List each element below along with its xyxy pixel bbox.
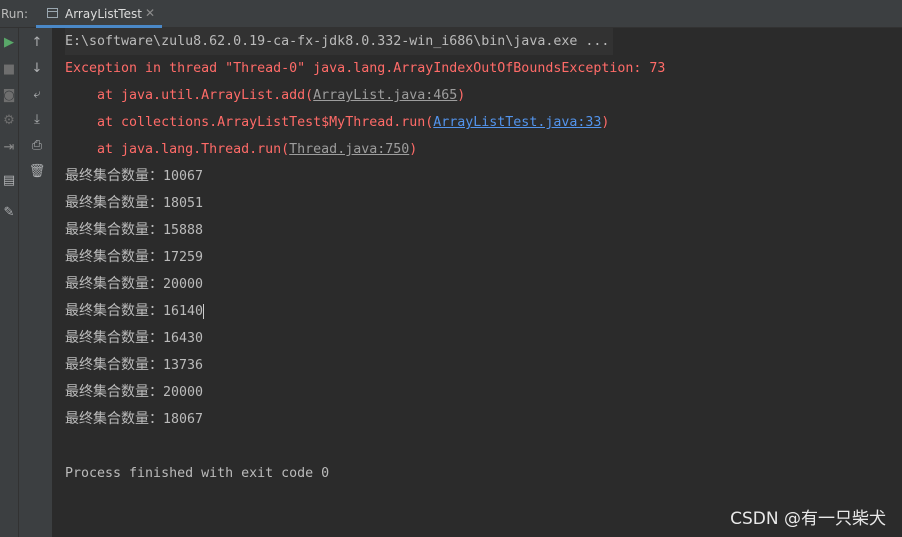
result-line: 最终集合数量：20000 [65,379,203,406]
result-label: 最终集合数量： [65,168,163,184]
stack-trace-line: at collections.ArrayListTest$MyThread.ru… [65,109,609,136]
watermark: CSDN @有一只柴犬 [730,509,886,529]
run-tool-window: Run: ArrayListTest ✕ ▶ ■ ◙ ⚙ ⇥ ▤ ✎ ↑ ↓ ⤶ ⤓ ⎙ 🗑 E:\s… [0,0,902,537]
up-arrow-icon[interactable]: ↑ [28,34,46,52]
stack-trace-suffix: ) [601,115,610,130]
down-arrow-icon[interactable]: ↓ [28,60,46,78]
stack-trace-line: at java.util.ArrayList.add(ArrayList.jav… [65,82,465,109]
result-label: 最终集合数量： [65,276,163,292]
soft-wrap-icon[interactable]: ⤶ [28,86,46,104]
scroll-to-end-icon[interactable]: ⤓ [28,111,46,129]
result-value: 16430 [163,331,204,346]
command-line: E:\software\zulu8.62.0.19-ca-fx-jdk8.0.3… [65,28,614,55]
result-label: 最终集合数量： [65,357,163,373]
result-label: 最终集合数量： [65,222,163,238]
result-line: 最终集合数量：13736 [65,352,203,379]
result-line: 最终集合数量：18067 [65,406,203,433]
result-value: 10067 [163,169,204,184]
result-value: 18067 [163,412,204,427]
console-output[interactable]: E:\software\zulu8.62.0.19-ca-fx-jdk8.0.3… [53,28,902,537]
exit-icon[interactable]: ⇥ [0,139,18,157]
result-line: 最终集合数量：20000 [65,271,203,298]
result-label: 最终集合数量： [65,384,163,400]
text-caret [203,303,205,319]
result-label: 最终集合数量： [65,330,163,346]
console-tab-icon [47,8,58,18]
result-label: 最终集合数量： [65,249,163,265]
camera-icon[interactable]: ◙ [0,87,18,105]
result-value: 13736 [163,358,204,373]
result-line: 最终集合数量：10067 [65,163,203,190]
close-icon[interactable]: ✕ [145,6,155,20]
result-line: 最终集合数量：16140 [65,298,205,325]
pin-icon[interactable]: ✎ [0,204,18,222]
result-label: 最终集合数量： [65,195,163,211]
result-value: 18051 [163,196,204,211]
rerun-icon[interactable]: ▶ [0,34,18,52]
stack-trace-prefix: at java.util.ArrayList.add( [65,88,314,103]
result-label: 最终集合数量： [65,303,163,319]
left-toolbar: ▶ ■ ◙ ⚙ ⇥ ▤ ✎ [0,28,19,537]
result-line: 最终集合数量：17259 [65,244,203,271]
trash-icon[interactable]: 🗑 [28,163,46,181]
result-value: 20000 [163,277,204,292]
result-value: 17259 [163,250,204,265]
result-value: 16140 [163,304,204,319]
source-link[interactable]: ArrayList.java:465 [313,88,457,103]
source-link[interactable]: ArrayListTest.java:33 [433,115,601,130]
print-icon[interactable]: ⎙ [28,137,46,155]
run-label: Run: [1,7,29,21]
result-line: 最终集合数量：15888 [65,217,203,244]
tab-title: ArrayListTest [65,7,142,21]
result-label: 最终集合数量： [65,411,163,427]
result-value: 20000 [163,385,204,400]
stack-trace-suffix: ) [409,142,418,157]
stop-icon[interactable]: ■ [0,61,18,79]
layout-icon[interactable]: ▤ [0,172,18,190]
source-link[interactable]: Thread.java:750 [289,142,409,157]
exception-line: Exception in thread "Thread-0" java.lang… [65,61,666,76]
console-toolbar: ↑ ↓ ⤶ ⤓ ⎙ 🗑 [19,28,53,537]
stack-trace-line: at java.lang.Thread.run(Thread.java:750) [65,136,417,163]
run-tabbar: Run: ArrayListTest ✕ [0,0,902,28]
stack-trace-prefix: at collections.ArrayListTest$MyThread.ru… [65,115,434,130]
tab-arraylisttest[interactable]: ArrayListTest ✕ [36,0,162,28]
settings-icon[interactable]: ⚙ [0,112,18,130]
result-line: 最终集合数量：18051 [65,190,203,217]
process-finished-line: Process finished with exit code 0 [65,466,330,481]
stack-trace-suffix: ) [457,88,466,103]
result-line: 最终集合数量：16430 [65,325,203,352]
stack-trace-prefix: at java.lang.Thread.run( [65,142,290,157]
result-value: 15888 [163,223,204,238]
